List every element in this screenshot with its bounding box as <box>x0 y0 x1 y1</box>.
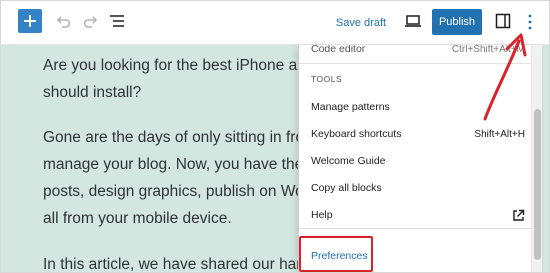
menu-item-label: Preferences <box>311 250 368 262</box>
publish-button[interactable]: Publish <box>432 9 482 35</box>
menu-item-shortcut: Shift+Alt+H <box>474 128 525 140</box>
options-button[interactable] <box>520 10 540 34</box>
menu-item-keyboard-shortcuts[interactable]: Keyboard shortcuts Shift+Alt+H <box>299 121 531 147</box>
menu-divider <box>299 228 531 229</box>
editor-window: Are you looking for the best iPhone ap s… <box>0 0 550 273</box>
menu-item-manage-patterns[interactable]: Manage patterns <box>299 94 531 120</box>
menu-divider <box>299 63 531 64</box>
menu-item-label: Copy all blocks <box>311 182 382 194</box>
undo-icon <box>56 16 71 28</box>
menu-item-welcome-guide[interactable]: Welcome Guide <box>299 148 531 174</box>
external-link-icon <box>513 209 525 221</box>
options-menu: Code editor Ctrl+Shift+Alt+M TOOLS Manag… <box>298 45 542 272</box>
scrollbar-thumb[interactable] <box>534 109 541 260</box>
menu-item-code-editor[interactable]: Code editor Ctrl+Shift+Alt+M <box>299 45 531 62</box>
sidebar-toggle-icon <box>495 13 511 29</box>
editor-toolbar: Save draft Publish <box>1 1 549 45</box>
redo-icon <box>83 16 98 28</box>
save-draft-button[interactable]: Save draft <box>331 14 391 32</box>
undo-button[interactable] <box>53 10 73 32</box>
plus-icon <box>24 15 36 27</box>
list-view-button[interactable] <box>106 10 128 32</box>
menu-group-title: TOOLS <box>311 74 343 84</box>
menu-item-label: Manage patterns <box>311 101 390 113</box>
menu-item-label: Code editor <box>311 45 366 55</box>
menu-item-preferences[interactable]: Preferences <box>299 243 531 269</box>
menu-item-shortcut: Ctrl+Shift+Alt+M <box>451 45 525 55</box>
laptop-icon <box>405 15 421 27</box>
settings-button[interactable] <box>492 10 514 32</box>
vertical-ellipsis-icon <box>528 14 532 30</box>
redo-button[interactable] <box>81 10 101 32</box>
menu-scrollbar[interactable] <box>531 45 542 272</box>
menu-item-label: Welcome Guide <box>311 155 386 167</box>
add-block-button[interactable] <box>18 9 42 33</box>
menu-item-label: Help <box>311 209 333 221</box>
menu-item-copy-all-blocks[interactable]: Copy all blocks <box>299 175 531 201</box>
menu-item-help[interactable]: Help <box>299 202 531 228</box>
list-view-icon <box>110 15 124 27</box>
preview-button[interactable] <box>402 10 424 32</box>
menu-item-label: Keyboard shortcuts <box>311 128 402 140</box>
